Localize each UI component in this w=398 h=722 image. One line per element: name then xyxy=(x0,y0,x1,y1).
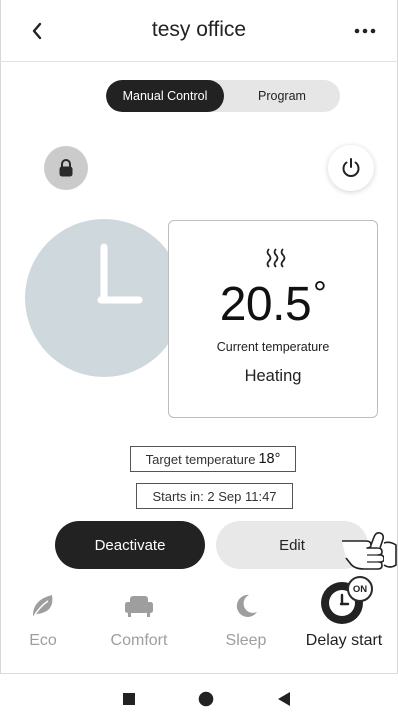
delay-start-on-badge: ON xyxy=(347,576,373,602)
temperature-unit: ° xyxy=(313,275,327,313)
nav-back-button[interactable] xyxy=(271,686,297,712)
schedule-start-box: Starts in: 2 Sep 11:47 xyxy=(136,483,293,509)
leaf-icon xyxy=(32,595,53,619)
mode-comfort-label: Comfort xyxy=(110,632,168,649)
nav-home-icon xyxy=(198,691,214,707)
mode-delay-start[interactable]: ON Delay start xyxy=(298,576,390,660)
power-button[interactable] xyxy=(328,145,374,191)
tap-hand-icon xyxy=(342,532,397,570)
mode-eco[interactable]: Eco xyxy=(3,590,83,660)
lock-icon xyxy=(59,159,73,177)
temperature-dial[interactable] xyxy=(25,219,183,377)
more-dots-icon xyxy=(354,28,376,34)
mode-segmented-control: Manual Control Program xyxy=(106,80,340,112)
mode-eco-label: Eco xyxy=(29,632,57,649)
tab-program[interactable]: Program xyxy=(224,80,340,112)
target-temperature-box: Target temperature 18° xyxy=(130,446,296,472)
temperature-number: 20.5 xyxy=(219,278,312,331)
mode-sleep[interactable]: Sleep xyxy=(206,590,286,660)
moon-icon xyxy=(236,594,257,617)
armchair-icon xyxy=(125,596,153,617)
more-button[interactable] xyxy=(350,20,380,42)
clock-hands-icon xyxy=(97,243,143,304)
nav-recents-icon xyxy=(123,693,135,705)
mode-delay-start-label: Delay start xyxy=(305,632,383,649)
lock-button[interactable] xyxy=(44,146,88,190)
schedule-start-text: Starts in: 2 Sep 11:47 xyxy=(152,488,277,504)
current-temperature-card: 20.5° Current temperature Heating xyxy=(168,220,378,418)
app-header: tesy office xyxy=(0,0,398,62)
system-navigation-bar xyxy=(0,673,398,722)
current-temperature-value: 20.5° xyxy=(169,275,377,332)
page-title: tesy office xyxy=(151,18,247,41)
target-temperature-value: 18° xyxy=(258,451,281,467)
nav-back-icon xyxy=(278,692,290,706)
heating-state: Heating xyxy=(244,367,302,385)
nav-home-button[interactable] xyxy=(193,686,219,712)
heat-waves-icon xyxy=(266,248,286,268)
nav-recents-button[interactable] xyxy=(116,686,142,712)
current-temperature-label: Current temperature xyxy=(216,340,330,354)
mode-comfort[interactable]: Comfort xyxy=(99,590,179,660)
power-icon xyxy=(342,158,360,177)
deactivate-button[interactable]: Deactivate xyxy=(55,521,205,569)
mode-sleep-label: Sleep xyxy=(225,632,267,649)
target-temperature-label: Target temperature xyxy=(145,451,256,467)
tab-manual-control[interactable]: Manual Control xyxy=(106,80,224,112)
